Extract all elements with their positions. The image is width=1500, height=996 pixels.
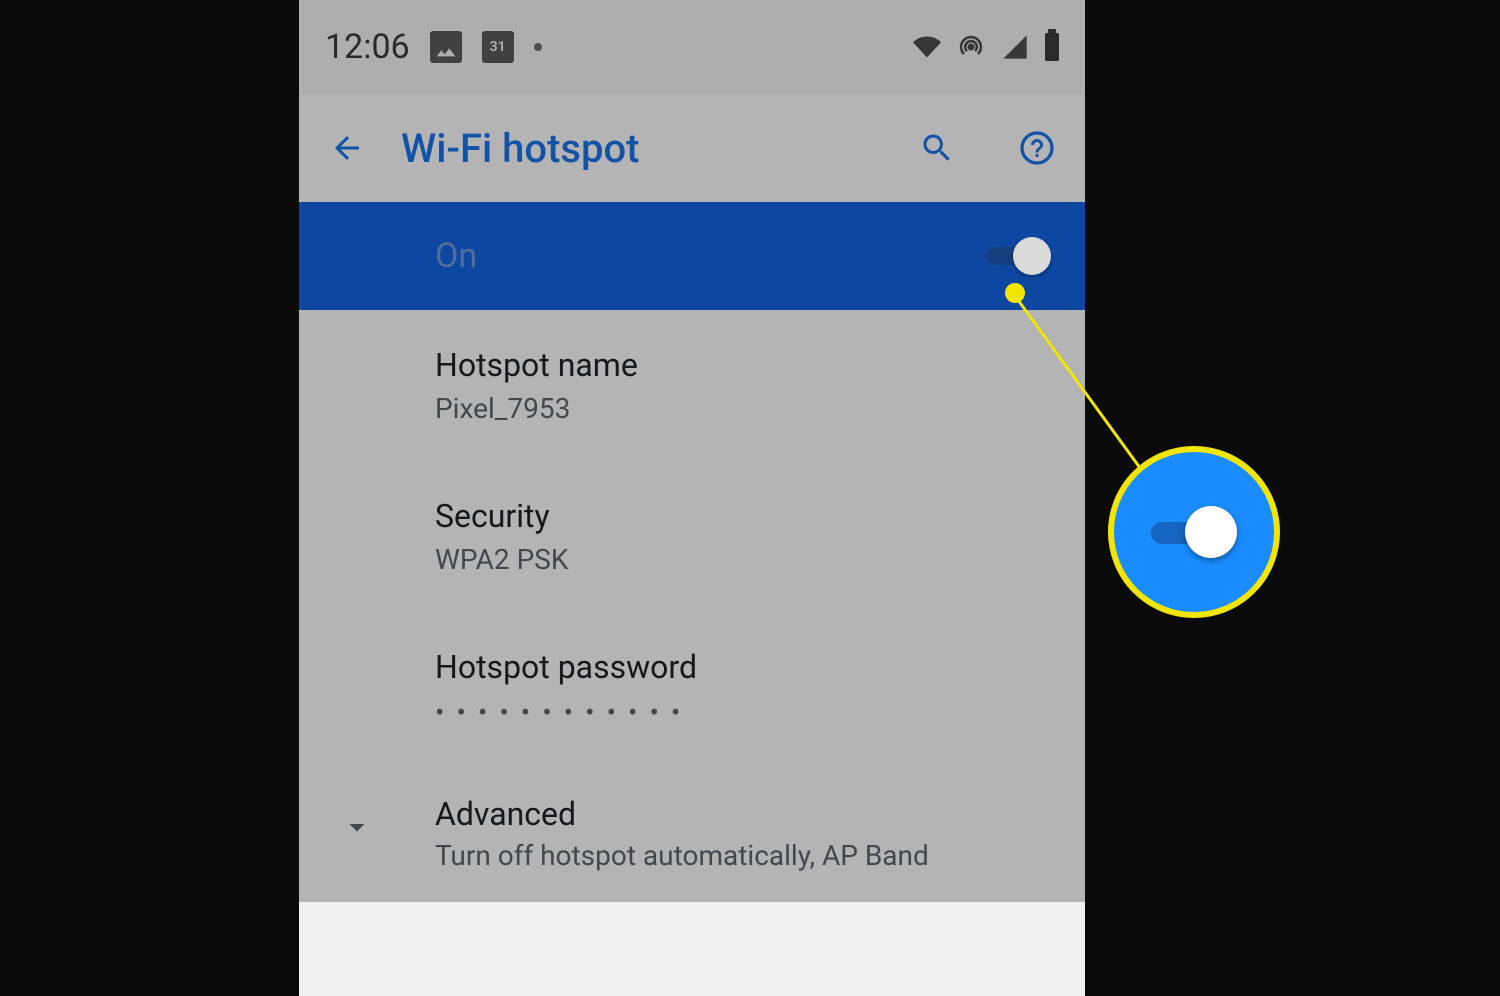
signal-icon — [1001, 33, 1029, 61]
hotspot-toggle-switch[interactable] — [987, 237, 1051, 275]
advanced-title: Advanced — [435, 795, 929, 833]
search-icon[interactable] — [919, 130, 955, 166]
hotspot-icon — [957, 33, 985, 61]
security-title: Security — [435, 497, 1055, 535]
status-bar-right — [913, 33, 1059, 61]
photos-icon — [430, 31, 462, 63]
calendar-icon: 31 — [482, 31, 514, 63]
status-time: 12:06 — [325, 27, 410, 67]
hotspot-toggle-row[interactable]: On — [299, 202, 1085, 310]
wifi-icon — [913, 33, 941, 61]
hotspot-name-title: Hotspot name — [435, 346, 1055, 384]
action-bar: Wi-Fi hotspot — [299, 94, 1085, 202]
notification-dot-icon — [534, 43, 542, 51]
advanced-text: Advanced Turn off hotspot automatically,… — [435, 795, 929, 872]
password-row[interactable]: Hotspot password •••••••••••• — [299, 612, 1085, 765]
toggle-thumb — [1013, 237, 1051, 275]
annotation-toggle-icon — [1151, 506, 1237, 558]
password-title: Hotspot password — [435, 648, 1055, 686]
annotation-zoom-circle — [1108, 446, 1280, 618]
phone-screen: 12:06 31 Wi-Fi hotspot On Hotspot name — [299, 0, 1085, 996]
status-bar: 12:06 31 — [299, 0, 1085, 94]
advanced-subtitle: Turn off hotspot automatically, AP Band — [435, 839, 929, 872]
battery-icon — [1045, 33, 1059, 61]
hotspot-name-row[interactable]: Hotspot name Pixel_7953 — [299, 310, 1085, 461]
hotspot-toggle-label: On — [435, 236, 987, 276]
security-row[interactable]: Security WPA2 PSK — [299, 461, 1085, 612]
status-bar-left: 12:06 31 — [325, 27, 542, 67]
help-icon[interactable] — [1019, 130, 1055, 166]
hotspot-name-value: Pixel_7953 — [435, 392, 1055, 425]
password-value: •••••••••••• — [435, 696, 1055, 729]
page-title: Wi-Fi hotspot — [401, 125, 883, 172]
security-value: WPA2 PSK — [435, 543, 1055, 576]
advanced-row[interactable]: Advanced Turn off hotspot automatically,… — [299, 765, 1085, 902]
chevron-down-icon — [339, 809, 375, 845]
back-arrow-icon[interactable] — [329, 130, 365, 166]
